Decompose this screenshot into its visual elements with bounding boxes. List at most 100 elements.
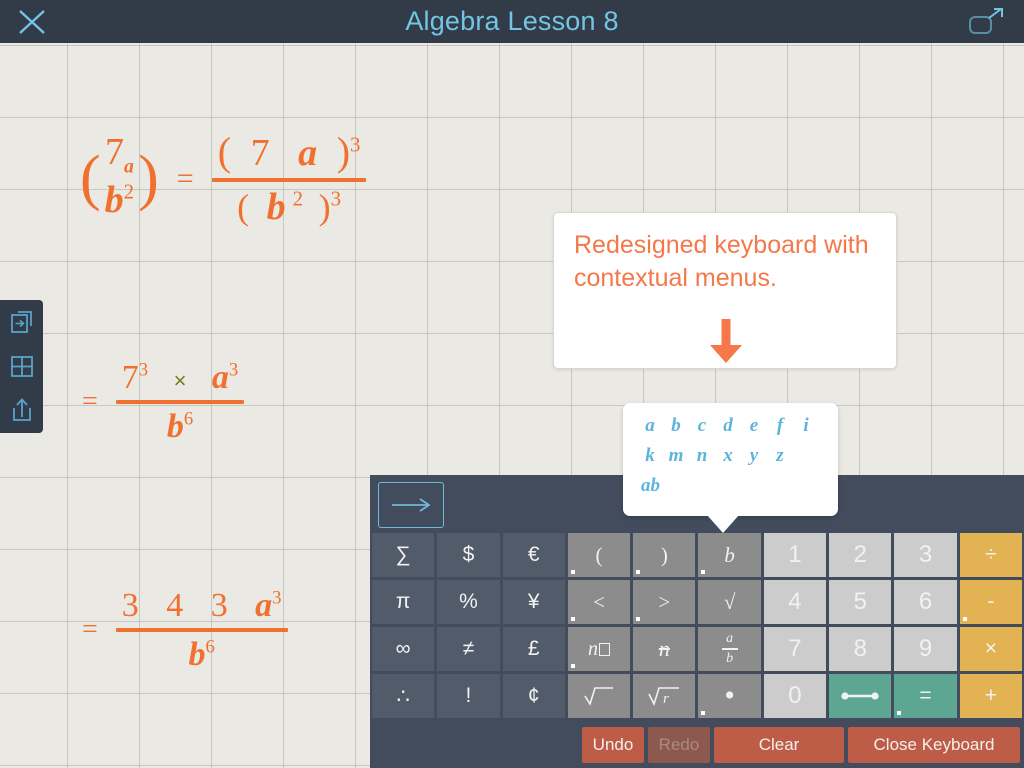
key-sigma-label: ∑ xyxy=(395,543,411,566)
key-factorial[interactable]: ! xyxy=(437,674,500,718)
key-euro-label: € xyxy=(527,543,540,566)
expression-3[interactable]: = 3 4 3 a3 b6 xyxy=(82,586,288,674)
key-power[interactable]: n xyxy=(567,627,631,671)
enter-arrow-button[interactable] xyxy=(378,482,444,528)
contextual-menu-indicator xyxy=(570,617,575,621)
clear-button[interactable]: Clear xyxy=(714,727,844,763)
redo-button: Redo xyxy=(648,727,710,763)
variable-key-c[interactable]: c xyxy=(689,411,715,441)
expr1-rhs-fraction: ( 7 a )3 ( b2 )3 xyxy=(211,128,367,229)
expr1-fraction-bar xyxy=(211,178,367,182)
key-7[interactable]: 7 xyxy=(763,627,827,671)
variable-key-y[interactable]: y xyxy=(741,441,767,471)
key-6[interactable]: 6 xyxy=(894,580,957,624)
variable-key-k[interactable]: k xyxy=(637,441,663,471)
key-radical-r[interactable]: r xyxy=(633,674,696,718)
expression-1[interactable]: ( 7a b2 ) = ( 7 a )3 ( b2 )3 xyxy=(80,128,367,229)
key-8-label: 8 xyxy=(853,635,867,662)
variable-key-z[interactable]: z xyxy=(767,441,793,471)
contextual-menu-indicator xyxy=(570,664,575,668)
undo-button[interactable]: Undo xyxy=(582,727,644,763)
key-line-segment[interactable] xyxy=(829,674,892,718)
key-equals[interactable]: = xyxy=(894,674,957,718)
expr3-digit-1: 4 xyxy=(166,587,184,624)
close-keyboard-button[interactable]: Close Keyboard xyxy=(848,727,1020,763)
variable-key-e[interactable]: e xyxy=(741,411,767,441)
expr2-den-base: b xyxy=(166,408,184,445)
key-factorial-label: ! xyxy=(465,684,472,707)
key-percent-label: % xyxy=(459,590,478,613)
next-page-icon[interactable] xyxy=(0,300,43,344)
key-3-label: 3 xyxy=(918,541,933,568)
key-dot[interactable]: • xyxy=(698,674,761,718)
expr1-lhs-numerator-sub: a xyxy=(123,155,134,178)
key-0[interactable]: 0 xyxy=(763,674,827,718)
key-greater-than[interactable]: > xyxy=(633,580,696,624)
expr2-num-base-0: 7 xyxy=(121,359,139,396)
key-9[interactable]: 9 xyxy=(894,627,957,671)
variable-popup-row-2: kmnxyz xyxy=(623,441,838,471)
close-icon[interactable] xyxy=(16,7,48,37)
svg-text:r: r xyxy=(663,691,669,707)
variable-key-m[interactable]: m xyxy=(663,441,689,471)
contextual-menu-indicator xyxy=(636,570,641,574)
key-radical-empty[interactable] xyxy=(567,674,631,718)
contextual-menu-indicator xyxy=(570,570,575,574)
key-pi-label: π xyxy=(395,590,411,613)
contextual-menu-indicator xyxy=(897,711,902,715)
variable-key-i[interactable]: i xyxy=(793,411,819,441)
key-percent[interactable]: % xyxy=(437,580,500,624)
key-dollar[interactable]: $ xyxy=(437,533,500,577)
variable-key-a[interactable]: a xyxy=(637,411,663,441)
key-pi[interactable]: π xyxy=(372,580,435,624)
key-equals-label: = xyxy=(919,684,932,707)
key-less-than[interactable]: < xyxy=(567,580,631,624)
key-minus[interactable]: - xyxy=(959,580,1022,624)
key-therefore[interactable]: ∴ xyxy=(372,674,435,718)
key-fraction[interactable]: ab xyxy=(698,627,761,671)
key-2[interactable]: 2 xyxy=(829,533,892,577)
variable-key-n[interactable]: n xyxy=(689,441,715,471)
key-variable-b[interactable]: b xyxy=(698,533,761,577)
key-divide[interactable]: ÷ xyxy=(959,533,1022,577)
key-cent[interactable]: ¢ xyxy=(502,674,565,718)
variable-key-f[interactable]: f xyxy=(767,411,793,441)
variable-key-x[interactable]: x xyxy=(715,441,741,471)
key-5[interactable]: 5 xyxy=(829,580,892,624)
key-4[interactable]: 4 xyxy=(763,580,827,624)
expr2-den-sup: 6 xyxy=(183,408,194,430)
key-script-n[interactable]: n xyxy=(633,627,696,671)
key-sqrt[interactable]: √ xyxy=(698,580,761,624)
expression-2[interactable]: = 73 × a3 b6 xyxy=(82,358,245,446)
key-1[interactable]: 1 xyxy=(763,533,827,577)
key-euro[interactable]: € xyxy=(502,533,565,577)
grid-icon[interactable] xyxy=(0,344,43,388)
variable-key-ab[interactable]: ab xyxy=(637,471,660,501)
key-pound[interactable]: £ xyxy=(502,627,565,671)
key-not-equal[interactable]: ≠ xyxy=(437,627,500,671)
page-title: Algebra Lesson 8 xyxy=(405,6,619,36)
key-close-paren[interactable]: ) xyxy=(633,533,696,577)
expr1-rhs-num-close: ) xyxy=(336,129,351,174)
key-0-label: 0 xyxy=(788,682,802,709)
key-yen[interactable]: ¥ xyxy=(502,580,565,624)
expand-fullscreen-icon[interactable] xyxy=(966,6,1006,38)
variable-key-b[interactable]: b xyxy=(663,411,689,441)
key-3[interactable]: 3 xyxy=(894,533,957,577)
key-sigma[interactable]: ∑ xyxy=(372,533,435,577)
key-8[interactable]: 8 xyxy=(829,627,892,671)
expr3-den-sup: 6 xyxy=(205,636,215,658)
expr1-rhs-den-open: ( xyxy=(237,187,250,227)
key-plus[interactable]: + xyxy=(959,674,1022,718)
expr2-fraction-bar xyxy=(115,400,245,404)
key-1-label: 1 xyxy=(788,541,802,568)
variable-key-d[interactable]: d xyxy=(715,411,741,441)
expr2-num-sup-0: 3 xyxy=(138,359,149,381)
key-multiply[interactable]: × xyxy=(959,627,1022,671)
key-open-paren[interactable]: ( xyxy=(567,533,631,577)
key-5-label: 5 xyxy=(853,588,867,615)
expr1-rhs-den-base: b xyxy=(266,186,286,228)
share-icon[interactable] xyxy=(0,388,43,432)
key-infinity[interactable]: ∞ xyxy=(372,627,435,671)
variable-popup-menu[interactable]: a b c d e f i k m n x y z ab xyxy=(623,403,838,516)
